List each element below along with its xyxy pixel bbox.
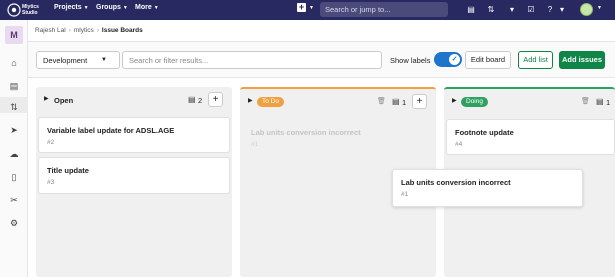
issue-number: #1 xyxy=(251,141,259,148)
top-navbar: Mlytics Studio Projects ▼ Groups ▼ More ▼ +… xyxy=(0,0,615,20)
issue-number: #3 xyxy=(47,179,55,186)
check-icon: ✓ xyxy=(449,54,460,65)
issue-card[interactable]: Title update #3 xyxy=(38,157,230,194)
nav-groups[interactable]: Groups ▼ xyxy=(96,4,128,11)
nav-projects-label: Projects xyxy=(54,4,82,11)
trash-icon[interactable]: 🗑 xyxy=(377,97,386,105)
dragged-issue-card[interactable]: Lab units conversion incorrect #1 xyxy=(392,169,583,207)
issue-title[interactable]: Lab units conversion incorrect xyxy=(401,178,511,187)
label-badge[interactable]: Doing xyxy=(461,97,488,107)
list-header: ▶ To Do 🗑 ▤ 1 + xyxy=(240,89,436,115)
rocket-icon[interactable]: ➤ xyxy=(8,124,20,136)
brand-name[interactable]: Mlytics Studio xyxy=(22,4,39,16)
add-list-button[interactable]: Add list xyxy=(518,51,553,69)
edit-board-button[interactable]: Edit board xyxy=(465,51,511,69)
home-icon[interactable]: ⌂ xyxy=(8,57,20,69)
issues-icon[interactable]: ▤ xyxy=(8,80,20,92)
issues-icon[interactable]: ▤ xyxy=(466,4,476,15)
breadcrumb-current[interactable]: Issue Boards xyxy=(102,27,143,34)
breadcrumb-project[interactable]: mlytics xyxy=(74,27,94,34)
chevron-down-icon: ▼ xyxy=(122,5,128,11)
label-badge[interactable]: To Do xyxy=(257,97,284,107)
show-labels-label: Show labels xyxy=(390,56,431,65)
merge-requests-icon[interactable]: ⇅ xyxy=(8,101,20,113)
nav-more-label: More xyxy=(135,4,152,11)
list-title: Open xyxy=(54,96,74,105)
new-item-icon[interactable]: + xyxy=(297,3,306,12)
settings-gear-icon[interactable]: ⚙ xyxy=(8,217,20,229)
list-header: ▶ Open ▤ 2 + xyxy=(36,87,232,113)
issue-number: #1 xyxy=(401,191,409,198)
snippets-icon[interactable]: ✂ xyxy=(8,194,20,206)
issue-number: #2 xyxy=(47,139,55,146)
filter-search-input[interactable]: Search or filter results... xyxy=(122,51,382,69)
issue-title[interactable]: Footnote update xyxy=(455,128,514,137)
chevron-down-icon: ▼ xyxy=(101,57,107,63)
nav-projects[interactable]: Projects ▼ xyxy=(54,4,89,11)
trash-icon[interactable]: 🗑 xyxy=(581,97,590,105)
nav-more[interactable]: More ▼ xyxy=(135,4,159,11)
merge-requests-icon[interactable]: ⇅ xyxy=(486,4,496,15)
chevron-down-icon: ▼ xyxy=(153,5,159,11)
chevron-down-icon[interactable]: ▼ xyxy=(597,5,602,11)
new-issue-button[interactable]: + xyxy=(208,92,223,107)
package-icon[interactable]: ▯ xyxy=(8,171,20,183)
issue-title: Lab units conversion incorrect xyxy=(251,128,361,137)
board-filter-bar: Development ▼ Search or filter results..… xyxy=(28,42,615,78)
nav-groups-label: Groups xyxy=(96,4,121,11)
issue-number: #4 xyxy=(455,141,463,148)
issue-title[interactable]: Variable label update for ADSL.AGE xyxy=(47,126,174,135)
chevron-right-icon[interactable]: ▶ xyxy=(248,97,253,104)
board-selector[interactable]: Development ▼ xyxy=(36,51,120,69)
list-header: ▶ Doing 🗑 ▤ 1 xyxy=(444,89,615,115)
issues-count: 2 xyxy=(198,96,203,105)
chevron-right-icon[interactable]: ▶ xyxy=(452,97,457,104)
add-issues-button[interactable]: Add issues xyxy=(559,51,605,69)
help-icon[interactable]: ? xyxy=(545,4,555,15)
brand-line-2: Studio xyxy=(22,10,38,16)
issue-card[interactable]: Footnote update #4 xyxy=(446,119,615,155)
board-selector-value: Development xyxy=(43,56,88,65)
board-list-open: ▶ Open ▤ 2 + Variable label update for A… xyxy=(36,87,232,277)
chevron-down-icon: ▼ xyxy=(83,5,89,11)
avatar[interactable] xyxy=(580,3,593,16)
issues-count-icon: ▤ xyxy=(392,97,400,106)
issues-count: 1 xyxy=(402,98,407,107)
breadcrumb: Rajesh Lal › mlytics › Issue Boards xyxy=(35,27,143,34)
show-labels-toggle[interactable]: ✓ xyxy=(434,52,462,67)
issues-count-icon: ▤ xyxy=(596,97,604,106)
todos-icon[interactable]: ☑ xyxy=(526,4,536,15)
merge-request-caret-icon[interactable]: ▾ xyxy=(507,4,517,15)
issue-card[interactable]: Variable label update for ADSL.AGE #2 xyxy=(38,117,230,153)
logo-icon[interactable] xyxy=(7,3,21,17)
new-issue-button[interactable]: + xyxy=(412,94,427,109)
chevron-right-icon[interactable]: ▶ xyxy=(44,95,49,102)
breadcrumb-separator: › xyxy=(96,27,99,34)
breadcrumb-separator: › xyxy=(68,27,71,34)
breadcrumb-user[interactable]: Rajesh Lal xyxy=(35,27,66,34)
issue-title[interactable]: Title update xyxy=(47,166,89,175)
issues-count: 1 xyxy=(606,98,611,107)
cloud-icon[interactable]: ☁ xyxy=(8,148,20,160)
board-lists: ▶ Open ▤ 2 + Variable label update for A… xyxy=(28,79,615,277)
search-input[interactable]: Search or jump to... xyxy=(320,2,448,17)
issues-count-icon: ▤ xyxy=(188,95,196,104)
project-avatar[interactable]: M xyxy=(5,26,23,44)
chevron-down-icon[interactable]: ▼ xyxy=(309,5,314,11)
drag-placeholder-card: Lab units conversion incorrect #1 xyxy=(242,119,434,155)
help-caret-icon[interactable]: ▾ xyxy=(557,4,567,15)
project-sidebar: M ⌂ ▤ ⇅ ➤ ☁ ▯ ✂ ⚙ xyxy=(0,20,28,277)
